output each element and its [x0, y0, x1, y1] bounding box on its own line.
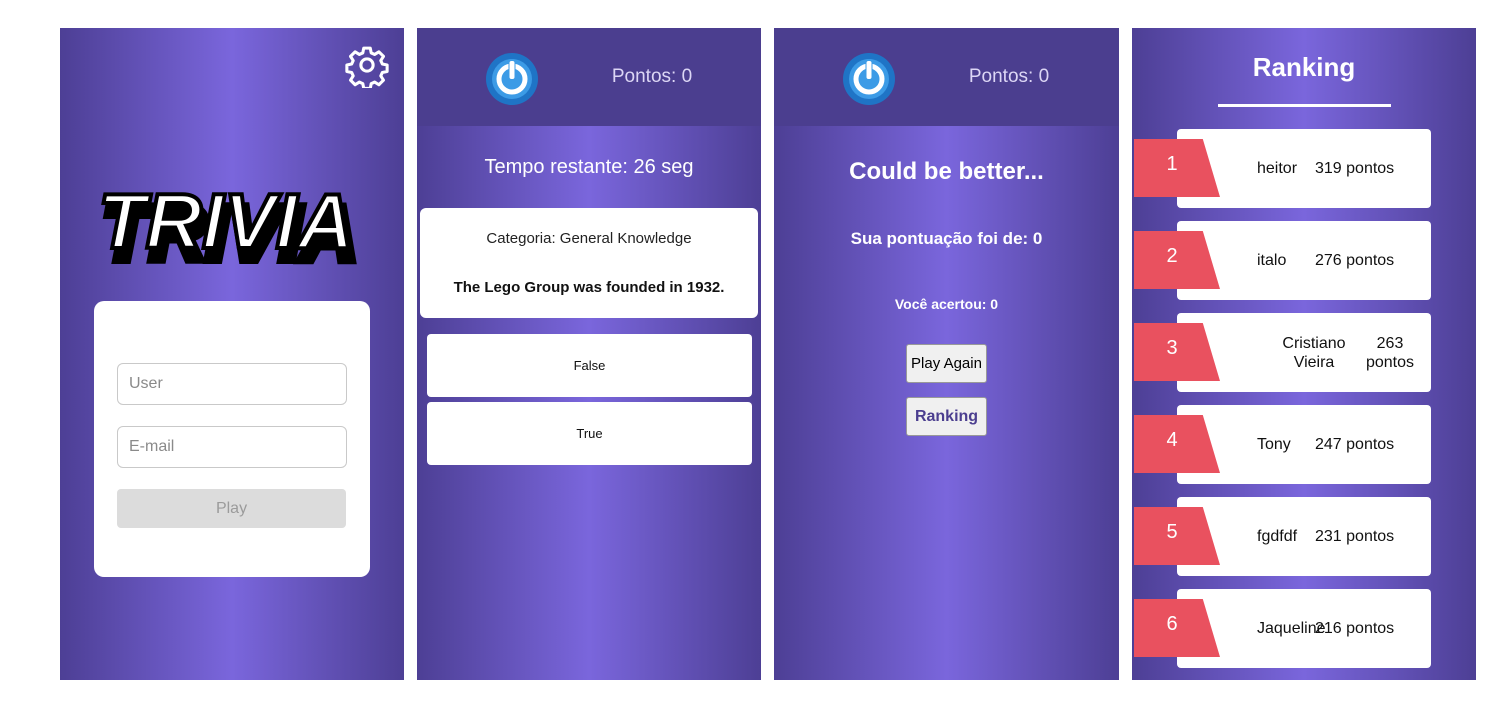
power-icon	[486, 53, 538, 105]
game-header: Pontos: 0	[774, 28, 1119, 126]
question-card: Categoria: General Knowledge The Lego Gr…	[420, 208, 758, 318]
question-text: The Lego Group was founded in 1932.	[453, 279, 725, 296]
trivia-logo: TRIVIA TRIVIA	[96, 175, 362, 270]
rank-number: 6	[1166, 613, 1178, 635]
gear-icon[interactable]	[344, 42, 390, 88]
rank-number: 1	[1166, 153, 1178, 175]
user-input[interactable]	[117, 363, 347, 405]
rank-number: 4	[1166, 429, 1178, 451]
rank-points: 216 pontos	[1315, 619, 1395, 637]
answer-button-true[interactable]: True	[427, 402, 752, 465]
ranking-title: Ranking	[1252, 52, 1356, 82]
ranking-screen: Ranking heitor 319 pontos italo 276 pont…	[1132, 28, 1476, 680]
rank-points: 247 pontos	[1315, 435, 1395, 453]
feedback-title: Could be better...	[849, 158, 1044, 185]
title-underline	[1218, 104, 1391, 107]
logo-text: TRIVIA	[98, 177, 354, 265]
rank-points: 276 pontos	[1315, 251, 1395, 269]
rank-number: 5	[1166, 521, 1178, 543]
email-input[interactable]	[117, 426, 347, 468]
feedback-screen: Pontos: 0 Could be better... Sua pontuaç…	[774, 28, 1119, 680]
game-header: Pontos: 0	[417, 28, 761, 126]
rank-points: 319 pontos	[1315, 159, 1395, 177]
score-label: Pontos: 0	[968, 66, 1050, 87]
answer-button-false[interactable]: False	[427, 334, 752, 397]
feedback-score: Sua pontuação foi de: 0	[850, 229, 1043, 248]
category-label: Categoria: General Knowledge	[486, 230, 692, 247]
rank-points: 231 pontos	[1315, 527, 1395, 545]
play-again-button[interactable]: Play Again	[906, 344, 987, 383]
feedback-hits: Você acertou: 0	[894, 296, 999, 312]
login-screen: TRIVIA TRIVIA Play	[60, 28, 404, 680]
rank-points: 263 pontos	[1365, 334, 1415, 371]
game-screen: Pontos: 0 Tempo restante: 26 seg Categor…	[417, 28, 761, 680]
rank-number: 3	[1166, 337, 1178, 359]
login-card: Play	[94, 301, 370, 577]
rank-name: Cristiano Vieira	[1282, 334, 1346, 371]
play-button[interactable]: Play	[117, 489, 346, 528]
power-icon	[843, 53, 895, 105]
rank-number: 2	[1166, 245, 1178, 267]
timer-label: Tempo restante: 26 seg	[484, 156, 694, 178]
ranking-button[interactable]: Ranking	[906, 397, 987, 436]
score-label: Pontos: 0	[611, 66, 693, 87]
